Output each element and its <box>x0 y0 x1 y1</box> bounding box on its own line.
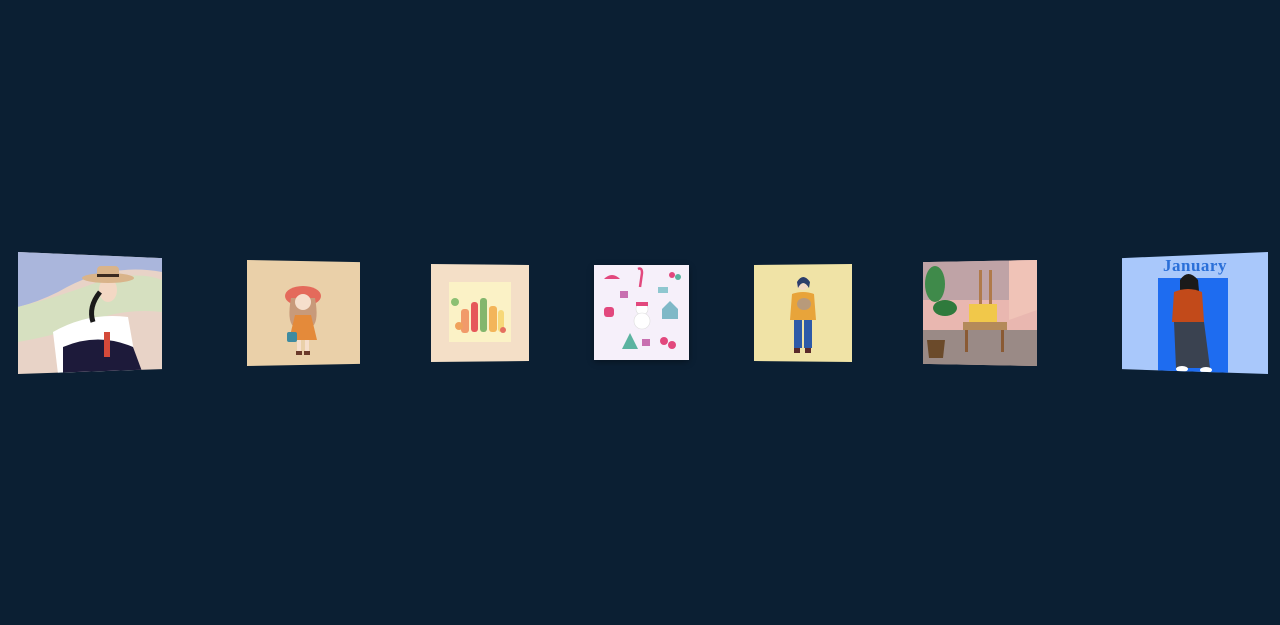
carousel-card-bottles-still-life[interactable] <box>431 264 529 362</box>
carousel-card-woman-holding-cat[interactable] <box>754 264 852 362</box>
woman-in-straw-hat-illustration <box>18 252 162 374</box>
easel-and-plant-room-illustration <box>923 260 1037 366</box>
christmas-pattern-illustration <box>594 265 689 360</box>
carousel-card-christmas-pattern[interactable] <box>594 265 689 360</box>
carousel-stage: January <box>0 0 1280 625</box>
carousel-card-girl-in-red-hat[interactable] <box>247 260 360 366</box>
carousel-card-january-poster[interactable]: January <box>1122 252 1268 374</box>
bottles-still-life-illustration <box>431 264 529 362</box>
carousel-card-easel-and-plant-room[interactable] <box>923 260 1037 366</box>
january-title: January <box>1163 256 1227 275</box>
carousel-card-woman-in-straw-hat[interactable] <box>18 252 162 374</box>
girl-in-red-hat-illustration <box>247 260 360 366</box>
woman-holding-cat-illustration <box>754 264 852 362</box>
